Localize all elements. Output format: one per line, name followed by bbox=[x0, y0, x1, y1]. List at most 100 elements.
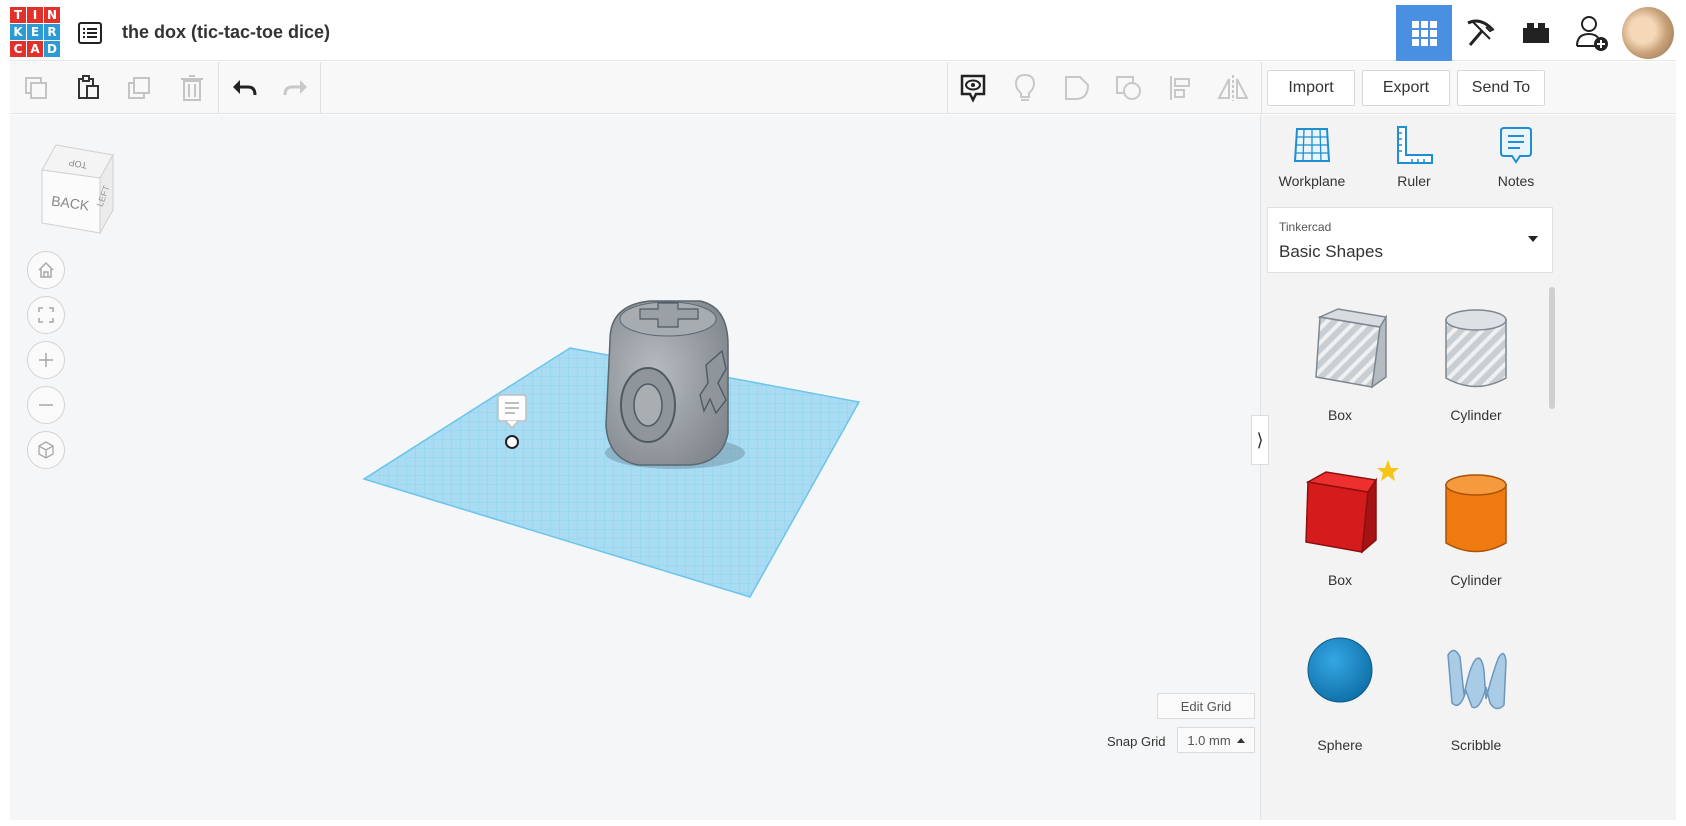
logo-letter: T bbox=[10, 7, 26, 23]
snap-grid-label: Snap Grid bbox=[1107, 734, 1166, 749]
delete-icon bbox=[181, 75, 203, 101]
pickaxe-icon bbox=[1467, 19, 1495, 46]
send-to-button[interactable]: Send To bbox=[1457, 70, 1545, 106]
sphere-icon bbox=[1307, 637, 1373, 703]
panel-tools: Workplane Ruler Notes bbox=[1261, 115, 1567, 203]
mirror-button[interactable] bbox=[1207, 62, 1259, 114]
shape-label: Sphere bbox=[1317, 737, 1363, 753]
shape-item[interactable]: Cylinder bbox=[1409, 450, 1543, 600]
shape-item[interactable]: Cylinder bbox=[1409, 285, 1543, 435]
3d-viewport[interactable]: TOP BACK LEFT Edit Grid Snap Grid 1.0 mm bbox=[10, 115, 1260, 820]
notes-visibility-icon bbox=[960, 74, 986, 103]
shape-label: Cylinder bbox=[1450, 407, 1502, 423]
toolbar-divider bbox=[1261, 62, 1262, 114]
minecraft-button[interactable] bbox=[1452, 5, 1508, 61]
shape-item[interactable]: Box bbox=[1273, 450, 1407, 600]
notes-tool[interactable]: Notes bbox=[1465, 115, 1567, 203]
copy-button[interactable] bbox=[10, 62, 62, 114]
paste-button[interactable] bbox=[62, 62, 114, 114]
ungroup-icon bbox=[1116, 76, 1141, 100]
notes-visibility-button[interactable] bbox=[947, 62, 999, 114]
import-button[interactable]: Import bbox=[1267, 70, 1355, 106]
shape-grid: Box Cylinder Box Cylinder Sphere Scribbl… bbox=[1261, 285, 1551, 820]
delete-button[interactable] bbox=[166, 62, 218, 114]
hole-box-icon bbox=[1315, 308, 1388, 389]
panel-collapse-button[interactable]: ⟩ bbox=[1251, 415, 1269, 465]
avatar[interactable] bbox=[1622, 7, 1674, 59]
add-user-button[interactable] bbox=[1564, 5, 1620, 61]
logo-letter: R bbox=[44, 24, 60, 40]
scribble-icon bbox=[1447, 649, 1507, 710]
design-title[interactable]: the dox (tic-tac-toe dice) bbox=[122, 22, 330, 43]
scene-view bbox=[362, 300, 861, 598]
3d-design-grid-button[interactable] bbox=[1396, 5, 1452, 61]
shape-label: Scribble bbox=[1450, 737, 1502, 753]
undo-button[interactable] bbox=[218, 62, 270, 114]
dice-model[interactable] bbox=[605, 300, 729, 466]
caret-down-icon bbox=[1528, 236, 1538, 242]
edit-grid-button[interactable]: Edit Grid bbox=[1157, 693, 1255, 719]
panel-scrollbar[interactable] bbox=[1549, 287, 1555, 409]
zoom-in-icon bbox=[39, 353, 53, 367]
undo-icon bbox=[233, 80, 257, 96]
tinkercad-logo[interactable]: T I N K E R C A D bbox=[10, 7, 62, 58]
shape-label: Cylinder bbox=[1450, 572, 1502, 588]
logo-letter: I bbox=[27, 7, 43, 23]
toolbar-divider bbox=[320, 62, 321, 114]
home-view-button[interactable] bbox=[27, 251, 65, 289]
perspective-icon bbox=[38, 441, 54, 459]
chevron-right-icon: ⟩ bbox=[1256, 429, 1264, 450]
lego-bricks-button[interactable] bbox=[1508, 5, 1564, 61]
group-icon bbox=[1065, 76, 1090, 100]
notes-icon bbox=[1500, 127, 1532, 164]
redo-button[interactable] bbox=[270, 62, 322, 114]
shape-item[interactable]: Sphere bbox=[1273, 615, 1407, 765]
hole-cylinder-icon bbox=[1445, 309, 1507, 388]
group-button[interactable] bbox=[1051, 62, 1103, 114]
home-icon bbox=[38, 261, 54, 278]
duplicate-button[interactable] bbox=[114, 62, 166, 114]
perspective-button[interactable] bbox=[27, 431, 65, 469]
mirror-icon bbox=[1217, 75, 1249, 101]
zoom-out-button[interactable] bbox=[27, 386, 65, 424]
fit-icon bbox=[38, 307, 54, 323]
logo-letter: N bbox=[44, 7, 60, 23]
zoom-out-icon bbox=[39, 404, 53, 406]
bricks-icon bbox=[1523, 23, 1549, 43]
notes-tool-label: Notes bbox=[1497, 173, 1535, 189]
library-name: Basic Shapes bbox=[1279, 242, 1383, 261]
view-actions bbox=[947, 62, 1259, 114]
solid-cylinder-icon bbox=[1445, 474, 1507, 553]
duplicate-icon bbox=[128, 77, 150, 99]
lightbulb-button[interactable] bbox=[999, 62, 1051, 114]
favorite-star-icon[interactable] bbox=[1377, 460, 1399, 481]
copy-icon bbox=[25, 77, 47, 99]
shape-library-select[interactable]: Tinkercad Basic Shapes bbox=[1267, 207, 1553, 273]
ruler-tool[interactable]: Ruler bbox=[1363, 115, 1465, 203]
design-list-icon[interactable] bbox=[77, 20, 103, 46]
redo-icon bbox=[283, 80, 307, 96]
shape-item[interactable]: Box bbox=[1273, 285, 1407, 435]
view-controls bbox=[27, 251, 65, 476]
align-button[interactable] bbox=[1155, 62, 1207, 114]
shape-label: Box bbox=[1327, 572, 1353, 588]
shape-item[interactable]: Scribble bbox=[1409, 615, 1543, 765]
workplane-tool[interactable]: Workplane bbox=[1261, 115, 1363, 203]
shapes-panel: ⟩ Workplane Ruler Notes Tinkercad Basic … bbox=[1251, 115, 1676, 820]
view-cube[interactable]: TOP BACK LEFT bbox=[28, 135, 128, 235]
edit-actions bbox=[10, 62, 218, 114]
workplane-tool-label: Workplane bbox=[1278, 173, 1346, 189]
workplane-icon bbox=[1293, 128, 1331, 162]
snap-grid-select[interactable]: 1.0 mm bbox=[1177, 727, 1255, 753]
header-actions bbox=[1396, 5, 1676, 61]
caret-up-icon bbox=[1236, 737, 1245, 743]
shape-label: Box bbox=[1327, 407, 1353, 423]
logo-letter: C bbox=[10, 41, 26, 57]
ungroup-button[interactable] bbox=[1103, 62, 1155, 114]
top-header: T I N K E R C A D the dox (tic-tac-toe d… bbox=[10, 5, 1676, 61]
zoom-in-button[interactable] bbox=[27, 341, 65, 379]
library-source: Tinkercad bbox=[1279, 220, 1332, 234]
export-button[interactable]: Export bbox=[1362, 70, 1450, 106]
fit-view-button[interactable] bbox=[27, 296, 65, 334]
history-actions bbox=[218, 62, 322, 114]
